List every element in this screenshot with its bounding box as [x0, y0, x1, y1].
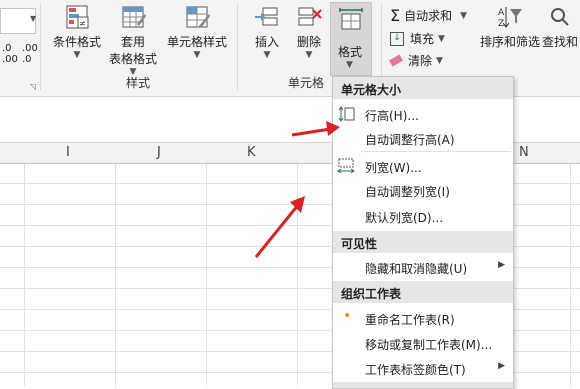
arrow-icon	[291, 121, 340, 137]
annotation-arrows	[254, 121, 340, 258]
arrow-icon	[254, 196, 305, 258]
